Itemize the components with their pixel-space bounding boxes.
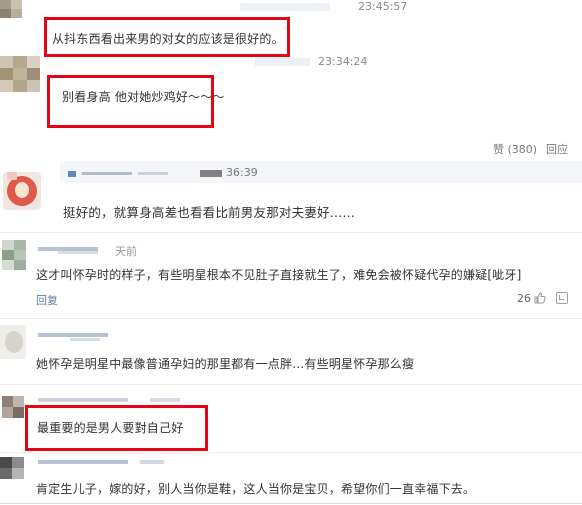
share-icon[interactable]: [556, 292, 568, 304]
avatar[interactable]: [0, 457, 24, 479]
avatar[interactable]: [2, 396, 24, 418]
reply-button[interactable]: 回应: [546, 141, 568, 157]
username-blur: [240, 3, 330, 11]
divider: [0, 452, 582, 453]
username-blur: [82, 172, 132, 175]
avatar[interactable]: [0, 56, 40, 92]
username-blur: [58, 251, 98, 254]
like-button[interactable]: 赞 (380): [493, 141, 537, 157]
reply-text: 别看身高 他对她炒鸡好～～～: [62, 90, 225, 104]
comment-timestamp: 36:39: [226, 166, 258, 179]
comment-timestamp: 天前: [115, 245, 137, 258]
divider: [0, 318, 582, 319]
comment-text: 挺好的，就算身高差也看看比前男友那对夫妻好……: [63, 205, 356, 220]
avatar[interactable]: [0, 325, 26, 359]
username-blur: [140, 460, 164, 464]
comment-text: 这才叫怀孕时的样子，有些明星根本不见肚子直接就生了，难免会被怀疑代孕的嫌疑[呲牙…: [36, 268, 522, 282]
username-blur: [68, 171, 76, 177]
username-blur: [150, 398, 180, 402]
avatar[interactable]: [3, 172, 41, 210]
comment-text: 她怀孕是明星中最像普通孕妇的那里都有一点胖…有些明星怀孕那么瘦: [36, 357, 415, 371]
reply-button[interactable]: 回复: [36, 292, 58, 308]
comment-text: 肯定生儿子，嫁的好，别人当你是鞋，这人当你是宝贝，希望你们一直幸福下去。: [36, 482, 476, 496]
username-blur: [200, 170, 222, 177]
avatar[interactable]: [0, 0, 22, 18]
reply-timestamp: 23:45:57: [358, 0, 408, 13]
comment-text: 最重要的是男人要對自己好: [37, 421, 184, 435]
username-blur: [255, 58, 310, 66]
username-blur: [38, 333, 108, 337]
divider: [0, 232, 582, 233]
username-blur: [38, 460, 128, 464]
reply-timestamp: 23:34:24: [318, 55, 368, 68]
avatar[interactable]: [2, 240, 26, 270]
divider: [0, 384, 582, 385]
divider: [0, 503, 582, 504]
username-blur: [70, 338, 100, 341]
thumbs-up-icon[interactable]: [534, 292, 546, 304]
reply-text: 从抖东西看出来男的对女的应该是很好的。: [52, 32, 284, 46]
username-blur: [38, 398, 128, 402]
like-count: 26: [517, 292, 531, 305]
username-blur: [138, 172, 168, 175]
